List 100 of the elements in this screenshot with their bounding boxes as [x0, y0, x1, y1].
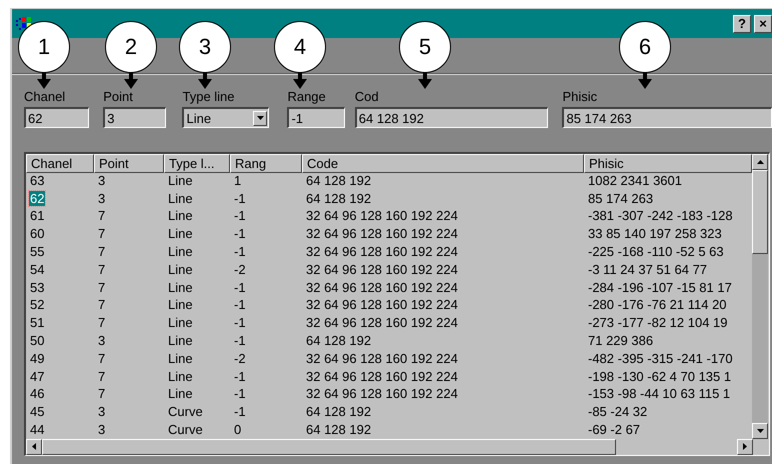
table-cell[interactable]: Line — [167, 262, 194, 277]
table-cell[interactable]: 53 — [29, 280, 46, 295]
table-cell[interactable]: -273 -177 -82 12 104 19 — [587, 315, 728, 330]
table-cell[interactable]: 7 — [97, 262, 106, 277]
input-field[interactable]: 64 128 192 — [354, 107, 548, 128]
table-cell[interactable]: Line — [167, 208, 194, 224]
column-header[interactable]: Point — [94, 154, 164, 173]
table-cell[interactable]: 1 — [233, 172, 242, 188]
table-cell[interactable]: -482 -395 -315 -241 -170 — [587, 350, 734, 366]
input-field[interactable]: -1 — [287, 107, 345, 128]
table-cell[interactable]: 3 — [97, 190, 106, 206]
table-cell[interactable]: 61 — [29, 208, 46, 224]
table-cell[interactable]: 71 229 386 — [587, 332, 654, 348]
table-cell[interactable]: -1 — [233, 190, 247, 206]
table-cell[interactable]: 49 — [29, 350, 46, 366]
table-cell[interactable]: -153 -98 -44 10 63 115 1 — [587, 386, 732, 402]
table-cell[interactable]: 32 64 96 128 160 192 224 — [305, 280, 459, 295]
table-cell[interactable]: Curve — [167, 422, 204, 437]
table-cell[interactable]: -225 -168 -110 -52 5 63 — [587, 244, 725, 259]
table-cell[interactable]: 7 — [97, 244, 106, 259]
table-cell[interactable]: -1 — [233, 386, 247, 402]
table-cell[interactable]: -198 -130 -62 4 70 135 1 — [587, 368, 732, 384]
table-cell[interactable]: 50 — [29, 332, 46, 348]
table-cell[interactable]: 55 — [29, 244, 46, 259]
table-cell[interactable]: -1 — [233, 297, 247, 312]
table-cell[interactable]: 52 — [29, 297, 46, 312]
table-cell[interactable]: -1 — [233, 244, 247, 259]
table-cell[interactable]: 64 128 192 — [305, 332, 372, 348]
table-cell[interactable]: -1 — [233, 332, 247, 348]
column-header[interactable]: Code — [302, 154, 584, 173]
table-cell[interactable]: 3 — [97, 404, 106, 420]
table-cell[interactable]: -381 -307 -242 -183 -128 — [587, 208, 734, 224]
column-header[interactable]: Chanel — [26, 154, 94, 173]
table-cell[interactable]: Line — [167, 315, 194, 330]
table-cell[interactable]: 32 64 96 128 160 192 224 — [305, 262, 459, 277]
table-cell[interactable]: -3 11 24 37 51 64 77 — [587, 262, 708, 277]
table-cell[interactable]: Line — [167, 190, 194, 206]
table-cell[interactable]: 33 85 140 197 258 323 — [587, 226, 723, 242]
vertical-scrollbar[interactable] — [752, 154, 768, 439]
table-cell[interactable]: 85 174 263 — [587, 190, 654, 206]
table-cell[interactable]: Line — [167, 172, 194, 188]
table-cell[interactable]: Line — [167, 350, 194, 366]
table-cell[interactable]: -1 — [233, 368, 247, 384]
table-cell[interactable]: 7 — [97, 315, 106, 330]
table-cell[interactable]: Line — [167, 244, 194, 259]
horizontal-scrollbar[interactable] — [26, 438, 753, 455]
table-cell[interactable]: 7 — [97, 368, 106, 384]
table-cell[interactable]: 62 — [29, 190, 46, 206]
dropdown-field[interactable]: Line — [182, 107, 270, 128]
table-cell[interactable]: 32 64 96 128 160 192 224 — [305, 208, 459, 224]
table-cell[interactable]: -1 — [233, 404, 247, 420]
table-cell[interactable]: 3 — [97, 172, 106, 188]
table-cell[interactable]: 32 64 96 128 160 192 224 — [305, 244, 459, 259]
table-cell[interactable]: 64 128 192 — [305, 190, 372, 206]
table-cell[interactable]: 32 64 96 128 160 192 224 — [305, 226, 459, 242]
column-header[interactable]: Rang — [230, 154, 302, 173]
table-cell[interactable]: -1 — [233, 315, 247, 330]
table-cell[interactable]: 7 — [97, 350, 106, 366]
input-field[interactable]: 62 — [24, 107, 90, 128]
table-cell[interactable]: -85 -24 32 — [587, 404, 648, 420]
table-cell[interactable]: 0 — [233, 422, 242, 437]
input-field[interactable]: 3 — [103, 107, 166, 128]
column-header[interactable]: Type l... — [164, 154, 230, 173]
table-cell[interactable]: -1 — [233, 208, 247, 224]
table-cell[interactable]: 32 64 96 128 160 192 224 — [305, 297, 459, 312]
table-cell[interactable]: 32 64 96 128 160 192 224 — [305, 386, 459, 402]
table-cell[interactable]: 7 — [97, 226, 106, 242]
table-cell[interactable]: -1 — [233, 226, 247, 242]
table-cell[interactable]: -2 — [233, 262, 247, 277]
table-cell[interactable]: 32 64 96 128 160 192 224 — [305, 315, 459, 330]
table-cell[interactable]: -69 -2 67 — [587, 422, 642, 437]
table-cell[interactable]: Line — [167, 280, 194, 295]
help-button[interactable]: ? — [733, 14, 751, 32]
table-cell[interactable]: -2 — [233, 350, 247, 366]
column-header[interactable]: Phisic — [584, 154, 752, 173]
table-cell[interactable]: 60 — [29, 226, 46, 242]
table-cell[interactable]: 63 — [29, 172, 46, 188]
table-cell[interactable]: Curve — [167, 404, 204, 420]
table-cell[interactable]: 64 128 192 — [305, 422, 372, 437]
table-cell[interactable]: 44 — [29, 422, 46, 437]
close-button[interactable]: × — [754, 14, 772, 32]
table-cell[interactable]: 54 — [29, 262, 46, 277]
table-cell[interactable]: 7 — [97, 208, 106, 224]
table-cell[interactable]: 32 64 96 128 160 192 224 — [305, 350, 459, 366]
table-cell[interactable]: -280 -176 -76 21 114 20 — [587, 297, 728, 312]
table-cell[interactable]: 1082 2341 3601 — [587, 172, 683, 188]
table-cell[interactable]: Line — [167, 386, 194, 402]
table-cell[interactable]: -284 -196 -107 -15 81 17 — [587, 280, 733, 295]
table-cell[interactable]: Line — [167, 368, 194, 384]
table-cell[interactable]: 47 — [29, 368, 46, 384]
table-cell[interactable]: Line — [167, 297, 194, 312]
table-cell[interactable]: 3 — [97, 422, 106, 437]
table-cell[interactable]: Line — [167, 226, 194, 242]
table-cell[interactable]: 7 — [97, 280, 106, 295]
table-cell[interactable]: -1 — [233, 280, 247, 295]
input-field[interactable]: 85 174 263 — [562, 107, 772, 128]
table-cell[interactable]: 3 — [97, 332, 106, 348]
table-cell[interactable]: 64 128 192 — [305, 172, 372, 188]
table-cell[interactable]: 45 — [29, 404, 46, 420]
table-cell[interactable]: 51 — [29, 315, 46, 330]
